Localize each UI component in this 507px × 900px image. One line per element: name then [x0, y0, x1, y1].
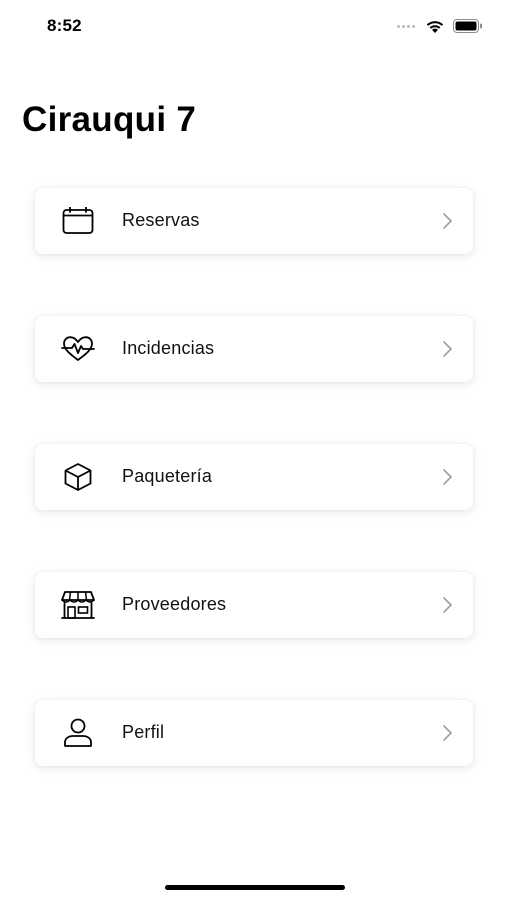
package-icon [61, 461, 95, 493]
home-indicator[interactable] [165, 885, 345, 890]
menu-item-label: Incidencias [122, 338, 215, 358]
menu-list: Reservas Incidencias Paquetería Proveedo… [35, 188, 473, 828]
menu-item-label: Proveedores [122, 594, 227, 614]
menu-item-label: Reservas [122, 210, 200, 230]
menu-item-label: Paquetería [122, 466, 213, 486]
status-bar: 8:52 [0, 0, 507, 50]
menu-item-label: Perfil [122, 722, 165, 742]
status-indicators [397, 18, 483, 34]
battery-icon [453, 19, 482, 33]
chevron-right-icon [443, 725, 452, 741]
menu-item-incidencias[interactable]: Incidencias [35, 316, 473, 382]
chevron-right-icon [443, 341, 452, 357]
heart-pulse-icon [61, 333, 95, 365]
chevron-right-icon [443, 597, 452, 613]
wifi-icon [426, 20, 444, 33]
chevron-right-icon [443, 213, 452, 229]
chevron-right-icon [443, 469, 452, 485]
menu-item-reservas[interactable]: Reservas [35, 188, 473, 254]
cellular-signal-icon [397, 24, 415, 28]
store-icon [61, 589, 95, 621]
calendar-icon [61, 205, 95, 237]
menu-item-paqueteria[interactable]: Paquetería [35, 444, 473, 510]
menu-item-perfil[interactable]: Perfil [35, 700, 473, 766]
menu-item-proveedores[interactable]: Proveedores [35, 572, 473, 638]
user-icon [61, 717, 95, 749]
status-time: 8:52 [47, 16, 82, 35]
page-title: Cirauqui 7 [22, 100, 197, 139]
